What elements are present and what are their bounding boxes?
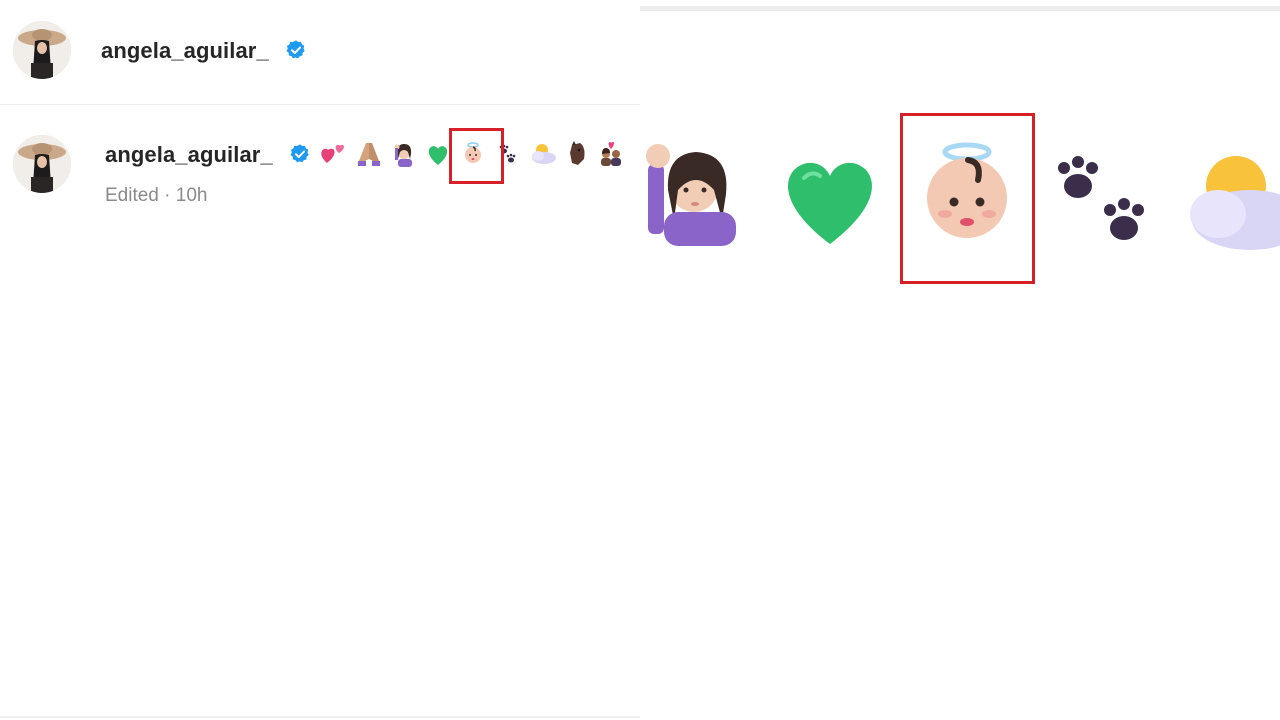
comment-username[interactable]: angela_aguilar_ xyxy=(105,142,273,168)
meta-separator: · xyxy=(164,185,171,206)
couple-with-heart-icon xyxy=(601,142,621,166)
woman-tipping-hand-icon xyxy=(394,144,412,167)
verified-badge-icon xyxy=(289,143,311,165)
bottom-divider xyxy=(0,716,640,718)
comment-time: 10h xyxy=(175,185,208,206)
divider xyxy=(0,104,640,105)
zoom-panel xyxy=(640,0,1280,720)
two-hearts-icon xyxy=(321,144,344,163)
sun-behind-cloud-icon xyxy=(532,144,556,164)
avatar-image xyxy=(13,135,71,193)
verified-badge-icon xyxy=(285,39,307,61)
edited-label: Edited xyxy=(105,185,159,206)
green-heart-icon xyxy=(428,146,448,165)
left-panel: angela_aguilar_ angela_aguilar_ Edited ·… xyxy=(0,0,640,720)
folded-hands-icon xyxy=(358,143,380,166)
zoom-panel-top-border xyxy=(640,6,1280,11)
comment-meta: Edited · 10h xyxy=(105,185,207,207)
emoji-highlight-box xyxy=(449,128,504,184)
avatar-image xyxy=(13,21,71,79)
comment-avatar[interactable] xyxy=(13,135,71,193)
header-username[interactable]: angela_aguilar_ xyxy=(101,38,269,64)
green-heart-icon xyxy=(788,162,872,244)
avatar[interactable] xyxy=(13,21,71,79)
horse-face-icon xyxy=(570,141,585,165)
sun-behind-cloud-icon xyxy=(1190,156,1280,250)
woman-tipping-hand-icon xyxy=(646,144,736,246)
paw-prints-icon xyxy=(1058,156,1144,240)
zoom-highlight-box xyxy=(900,113,1035,284)
